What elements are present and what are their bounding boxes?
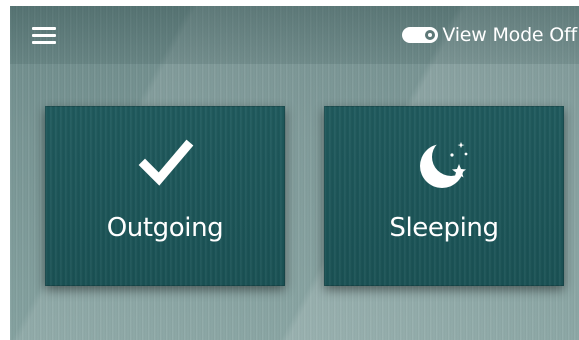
outgoing-mode-button[interactable]: Outgoing: [45, 106, 285, 286]
app-screen: View Mode Off Outgoing Sleeping: [10, 6, 579, 340]
sleeping-mode-button[interactable]: Sleeping: [324, 106, 564, 286]
view-mode-label: View Mode Off: [442, 24, 577, 46]
top-bar: View Mode Off: [10, 6, 579, 64]
menu-button[interactable]: [30, 24, 58, 48]
sleeping-label: Sleeping: [389, 213, 499, 243]
outgoing-label: Outgoing: [106, 213, 224, 243]
checkmark-icon: [138, 139, 194, 186]
moon-stars-icon: [420, 142, 468, 188]
view-mode-toggle[interactable]: View Mode Off: [402, 22, 577, 48]
toggle-switch-icon: [402, 27, 439, 43]
